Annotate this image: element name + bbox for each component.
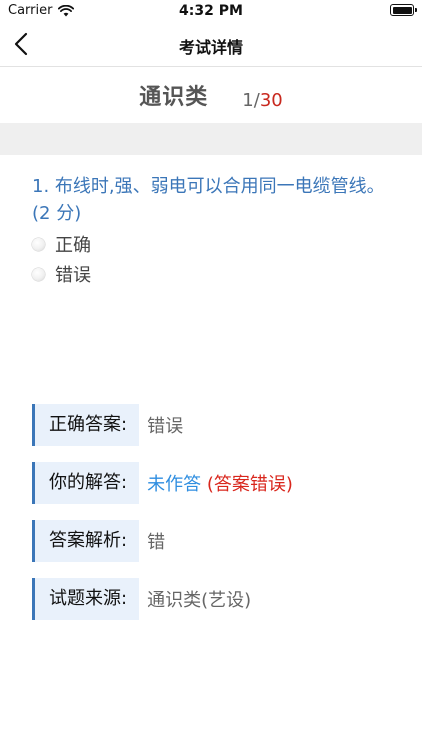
answer-info: 正确答案: 错误 你的解答: 未作答 (答案错误) 答案解析: 错 试题来源: … — [32, 404, 402, 636]
correct-answer-row: 正确答案: 错误 — [32, 404, 402, 446]
option-label: 错误 — [55, 265, 91, 286]
radio-button[interactable] — [32, 237, 45, 251]
question-block: 1. 布线时,强、弱电可以合用同一电缆管线。(2 分) 正确 错误 — [0, 155, 422, 289]
your-answer-label: 你的解答: — [32, 462, 140, 504]
source-value: 通识类(艺设) — [147, 590, 252, 611]
answer-result-note: (答案错误) — [206, 474, 293, 495]
analysis-label: 答案解析: — [32, 520, 140, 562]
your-answer-row: 你的解答: 未作答 (答案错误) — [32, 462, 402, 504]
nav-bar: 考试详情 — [0, 22, 422, 67]
option-correct[interactable]: 正确 — [32, 229, 390, 259]
source-row: 试题来源: 通识类(艺设) — [32, 578, 402, 620]
exam-header: 通识类 1/30 — [0, 67, 422, 117]
option-wrong[interactable]: 错误 — [32, 259, 390, 289]
correct-answer-value: 错误 — [147, 416, 184, 437]
option-list: 正确 错误 — [32, 229, 390, 289]
progress-total: 30 — [259, 90, 283, 111]
your-answer-text: 未作答 — [147, 474, 202, 495]
analysis-row: 答案解析: 错 — [32, 520, 402, 562]
section-divider — [0, 123, 422, 155]
page-title: 考试详情 — [178, 38, 243, 57]
status-right — [390, 4, 417, 16]
progress-current: 1 — [242, 90, 254, 111]
source-label: 试题来源: — [32, 578, 140, 620]
your-answer-value: 未作答 (答案错误) — [139, 470, 293, 496]
status-bar: Carrier 4:32 PM — [0, 0, 422, 22]
option-label: 正确 — [55, 235, 91, 256]
question-text: 1. 布线时,强、弱电可以合用同一电缆管线。(2 分) — [32, 176, 385, 224]
radio-button[interactable] — [32, 267, 45, 281]
battery-icon — [390, 4, 417, 16]
exam-category: 通识类 — [139, 85, 209, 110]
analysis-value: 错 — [147, 532, 166, 553]
question-progress: 1/30 — [242, 90, 282, 111]
correct-answer-label: 正确答案: — [32, 404, 140, 446]
status-time: 4:32 PM — [179, 3, 243, 19]
